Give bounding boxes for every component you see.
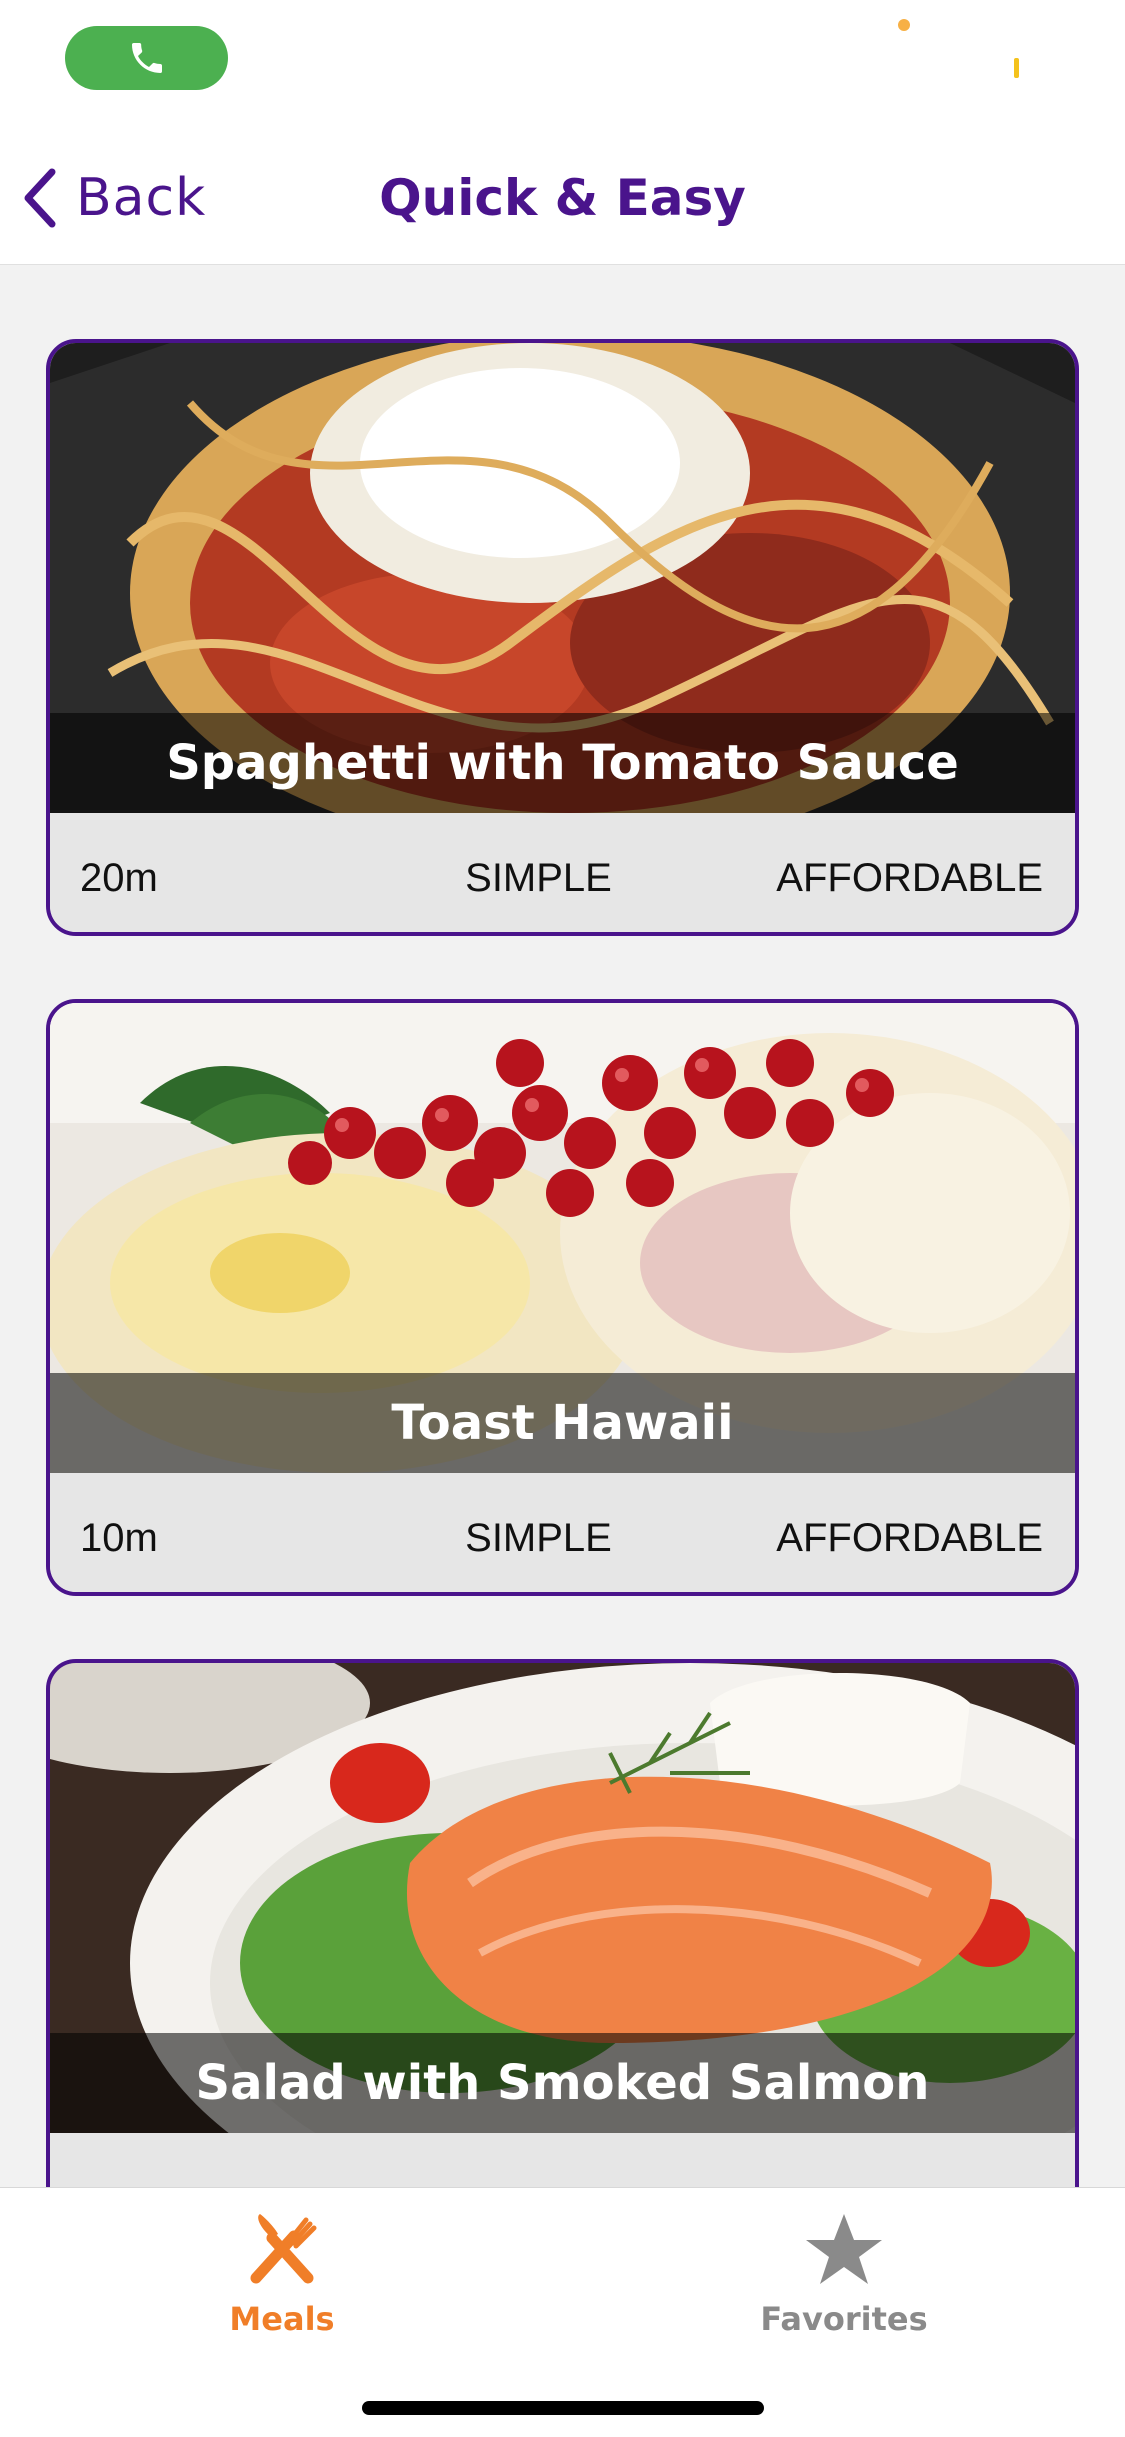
meal-title-bar: Toast Hawaii [50,1373,1075,1473]
navigation-header: Back Quick & Easy [0,132,1125,265]
meal-card-toast-hawaii[interactable]: Toast Hawaii 10m SIMPLE AFFORDABLE [46,999,1079,1596]
meal-title-bar: Salad with Smoked Salmon [50,2033,1075,2133]
status-indicator-bar [1014,58,1019,78]
meal-card-spaghetti[interactable]: Spaghetti with Tomato Sauce 20m SIMPLE A… [46,339,1079,936]
home-indicator[interactable] [362,2401,764,2415]
back-label: Back [76,168,207,228]
meal-list[interactable]: Spaghetti with Tomato Sauce 20m SIMPLE A… [0,265,1125,2187]
meal-details [50,2133,1075,2187]
fork-knife-icon [242,2210,322,2290]
meal-details: 20m SIMPLE AFFORDABLE [50,813,1075,932]
star-icon [804,2210,884,2290]
meal-title: Salad with Smoked Salmon [195,2055,930,2111]
meal-details: 10m SIMPLE AFFORDABLE [50,1473,1075,1592]
tab-favorites-label: Favorites [760,2300,928,2338]
meal-title: Toast Hawaii [391,1395,734,1451]
phone-icon [131,43,162,73]
tab-favorites[interactable]: Favorites [694,2198,994,2348]
meal-affordability: AFFORDABLE [776,856,1043,900]
meal-title: Spaghetti with Tomato Sauce [166,735,959,791]
meal-affordability: AFFORDABLE [776,1516,1043,1560]
status-bar [0,0,1125,132]
meal-title-bar: Spaghetti with Tomato Sauce [50,713,1075,813]
status-indicator-dot [898,19,910,31]
tab-bar: Meals Favorites [0,2187,1125,2437]
tab-meals[interactable]: Meals [132,2198,432,2348]
tab-meals-label: Meals [229,2300,335,2338]
meal-card-salmon-salad[interactable]: Salad with Smoked Salmon [46,1659,1079,2187]
back-button[interactable]: Back [20,160,206,236]
active-call-indicator[interactable] [65,26,228,90]
chevron-left-icon [24,168,56,228]
